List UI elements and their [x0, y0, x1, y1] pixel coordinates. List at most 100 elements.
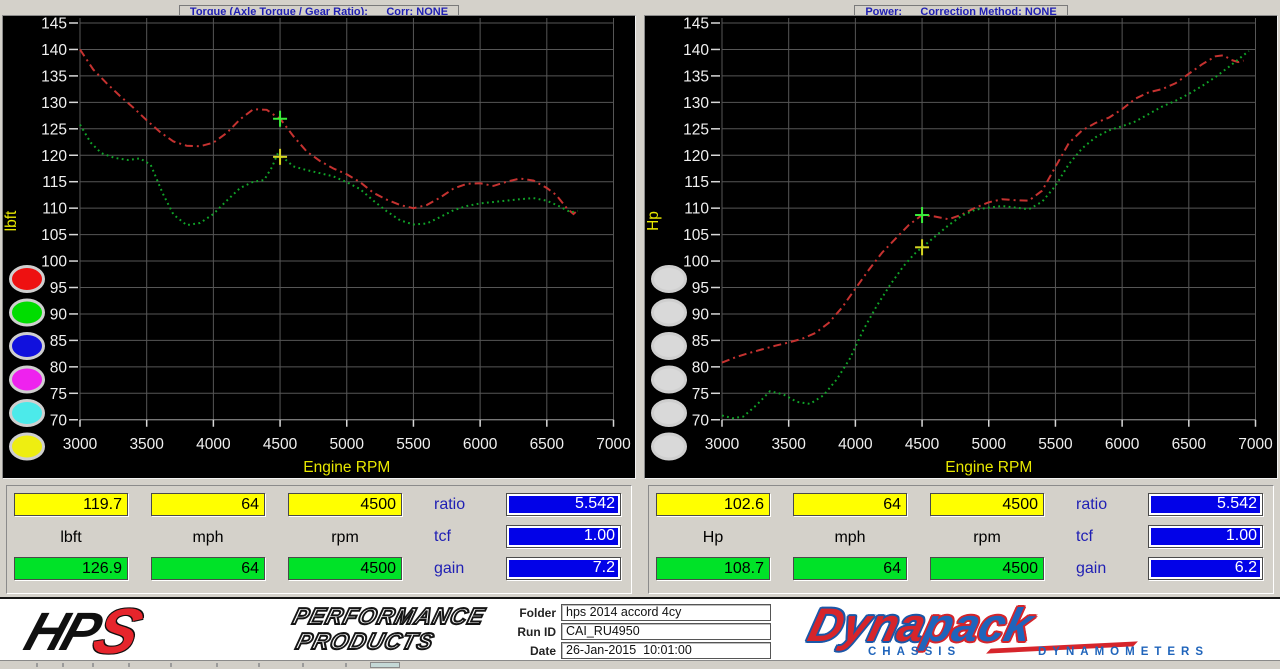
run-button-gray-3[interactable] — [653, 334, 686, 359]
folder-field[interactable]: hps 2014 accord 4cy — [561, 604, 771, 621]
svg-text:3500: 3500 — [771, 436, 806, 453]
dynapack-chassis-text: CHASSIS — [868, 646, 961, 658]
svg-text:70: 70 — [692, 412, 710, 429]
svg-text:130: 130 — [41, 95, 67, 112]
run-button-gray-6[interactable] — [653, 434, 686, 459]
svg-text:6500: 6500 — [1172, 436, 1207, 453]
torque-cursor-green-value: 126.9 — [14, 557, 128, 580]
run-button-green[interactable] — [11, 300, 44, 325]
ratio-label: ratio — [1076, 496, 1107, 514]
speed-cursor-yellow-value: 64 — [793, 493, 907, 516]
dyno-software-window: { "chart_data": [ { "type": "line", "id"… — [0, 0, 1280, 668]
dynapack-dynamometers-text: DYNAMOMETERS — [1038, 646, 1209, 658]
svg-text:3500: 3500 — [129, 436, 164, 453]
power-titlebar: Power: Correction Method: NONE — [644, 2, 1278, 15]
svg-text:80: 80 — [50, 359, 68, 376]
run-button-red[interactable] — [11, 267, 44, 292]
svg-text:95: 95 — [50, 280, 67, 297]
svg-text:145: 145 — [41, 16, 67, 33]
svg-text:85: 85 — [50, 333, 67, 350]
torque-cursor-cross-1 — [273, 149, 287, 165]
toolbar-mark — [36, 663, 38, 667]
svg-text:6000: 6000 — [463, 436, 498, 453]
run-button-magenta[interactable] — [11, 367, 44, 392]
svg-text:85: 85 — [692, 333, 709, 350]
rpm-cursor-yellow-value: 4500 — [930, 493, 1044, 516]
run-button-blue[interactable] — [11, 334, 44, 359]
torque-chart-area[interactable]: 7075808590951001051101151201251301351401… — [2, 15, 636, 479]
run-button-cyan[interactable] — [11, 401, 44, 426]
svg-text:110: 110 — [42, 201, 67, 218]
power-chart-panel: Power: Correction Method: NONE 707580859… — [644, 2, 1278, 480]
rpm-cursor-green-value: 4500 — [930, 557, 1044, 580]
gain-label: gain — [434, 560, 464, 578]
hps-logo-text: HPS — [18, 600, 146, 660]
svg-text:125: 125 — [683, 121, 709, 138]
svg-text:4500: 4500 — [905, 436, 940, 453]
svg-text:100: 100 — [683, 254, 709, 271]
svg-text:130: 130 — [683, 95, 709, 112]
run-button-gray-2[interactable] — [653, 300, 686, 325]
dynapack-logo-text: Dynapack — [803, 597, 1039, 652]
gain-value: 6.2 — [1148, 557, 1263, 580]
svg-text:5000: 5000 — [972, 436, 1007, 453]
svg-text:140: 140 — [683, 42, 709, 59]
date-row: Date 26-Jan-2015 10:01:00 — [500, 642, 771, 659]
svg-text:5500: 5500 — [1038, 436, 1073, 453]
dynapack-logo: Dynapack CHASSIS DYNAMOMETERS — [806, 599, 1246, 659]
run-button-gray-5[interactable] — [653, 401, 686, 426]
rpm-cursor-yellow-value: 4500 — [288, 493, 402, 516]
power-unit-label: Hp — [656, 529, 770, 547]
svg-text:90: 90 — [692, 306, 710, 323]
speed-unit-label: mph — [793, 529, 907, 547]
torque-chart-canvas[interactable]: 7075808590951001051101151201251301351401… — [3, 16, 635, 478]
power-y-axis-title: Hp — [645, 211, 662, 231]
hps-products-text: PRODUCTS — [293, 629, 481, 654]
svg-text:5000: 5000 — [330, 436, 365, 453]
toolbar-mark — [128, 663, 130, 667]
toolbar-mark — [62, 663, 64, 667]
svg-text:145: 145 — [683, 16, 709, 33]
speed-cursor-yellow-value: 64 — [151, 493, 265, 516]
toolbar-mark — [302, 663, 304, 667]
footer-bar: HPS PERFORMANCEPRODUCTS Folder hps 2014 … — [0, 597, 1280, 662]
torque-readout-panel: 119.7 64 4500 lbft mph rpm 126.9 64 4500… — [2, 482, 636, 597]
torque-y-axis-title: lbft — [3, 210, 20, 231]
svg-text:120: 120 — [41, 148, 67, 165]
power-chart-area[interactable]: 7075808590951001051101151201251301351401… — [644, 15, 1278, 479]
gain-value: 7.2 — [506, 557, 621, 580]
speed-unit-label: mph — [151, 529, 265, 547]
hps-logo-subtext: PERFORMANCEPRODUCTS — [283, 604, 488, 654]
svg-text:4000: 4000 — [838, 436, 873, 453]
svg-text:135: 135 — [683, 68, 709, 85]
rpm-cursor-green-value: 4500 — [288, 557, 402, 580]
power-cursor-cross-1 — [915, 239, 929, 255]
torque-cursor-yellow-value: 119.7 — [14, 493, 128, 516]
ratio-label: ratio — [434, 496, 465, 514]
svg-text:75: 75 — [50, 386, 67, 403]
gain-label: gain — [1076, 560, 1106, 578]
toolbar-mark — [170, 663, 172, 667]
run-id-label: Run ID — [500, 625, 556, 639]
toolbar-mark — [92, 663, 94, 667]
cai-run-power-curve — [722, 55, 1244, 362]
svg-text:80: 80 — [692, 359, 710, 376]
torque-cursor-cross-0 — [273, 111, 287, 127]
toolbar-box — [370, 662, 400, 668]
rpm-unit-label: rpm — [288, 529, 402, 547]
run-button-gray-4[interactable] — [653, 367, 686, 392]
run-button-gray-1[interactable] — [653, 267, 686, 292]
run-button-yellow[interactable] — [11, 434, 44, 459]
svg-text:3000: 3000 — [63, 436, 98, 453]
svg-text:105: 105 — [683, 227, 709, 244]
torque-unit-label: lbft — [14, 529, 128, 547]
svg-text:3000: 3000 — [705, 436, 740, 453]
svg-text:90: 90 — [50, 306, 68, 323]
power-chart-canvas[interactable]: 7075808590951001051101151201251301351401… — [645, 16, 1277, 478]
dynapack-pack-text: pack — [918, 598, 1038, 651]
date-field[interactable]: 26-Jan-2015 10:01:00 — [561, 642, 771, 659]
dynapack-dyna-text: Dyna — [803, 598, 931, 651]
svg-text:7000: 7000 — [596, 436, 631, 453]
run-id-field[interactable]: CAI_RU4950 — [561, 623, 771, 640]
svg-text:4500: 4500 — [263, 436, 298, 453]
